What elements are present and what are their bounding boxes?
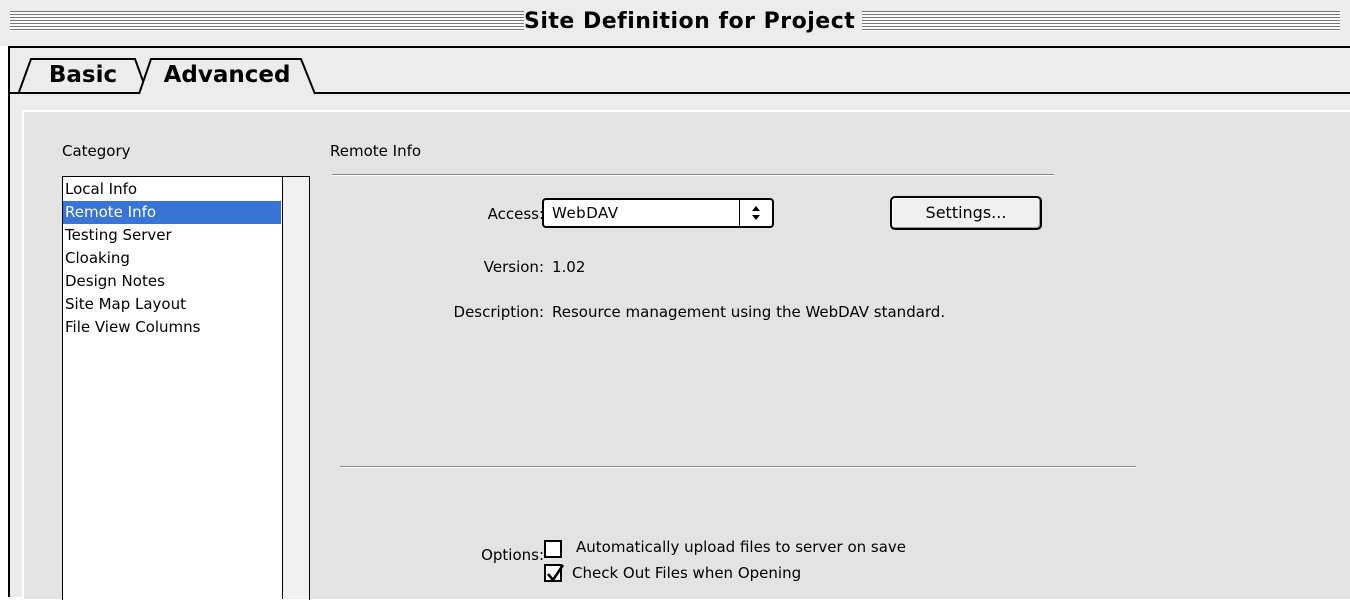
checkmark-icon xyxy=(547,564,565,583)
category-list[interactable]: Local Info Remote Info Testing Server Cl… xyxy=(62,176,310,600)
section-title: Remote Info xyxy=(330,142,422,160)
check-out-checkbox[interactable] xyxy=(544,564,565,583)
category-list-scrollbar[interactable] xyxy=(282,177,309,599)
tab-basic-label: Basic xyxy=(48,62,118,88)
description-value: Resource management using the WebDAV sta… xyxy=(552,303,946,321)
tab-advanced[interactable]: Advanced xyxy=(138,58,316,95)
category-item-testing-server[interactable]: Testing Server xyxy=(63,224,281,247)
access-label: Access: xyxy=(487,205,544,223)
section-divider-bottom xyxy=(340,466,1136,468)
tab-bar: Basic Advanced xyxy=(10,48,1350,95)
category-item-remote-info[interactable]: Remote Info xyxy=(63,201,281,224)
category-item-file-view-columns[interactable]: File View Columns xyxy=(63,316,281,339)
access-popup-menu[interactable]: WebDAV xyxy=(542,198,774,228)
access-selected-value: WebDAV xyxy=(552,204,619,222)
category-list-items: Local Info Remote Info Testing Server Cl… xyxy=(63,178,281,339)
site-definition-dialog: Basic Advanced Category Local Info Remot… xyxy=(10,48,1350,600)
title-bar[interactable]: Site Definition for Project 1 xyxy=(0,0,1350,48)
background-window-edge xyxy=(0,46,10,597)
auto-upload-label[interactable]: Automatically upload files to server on … xyxy=(576,538,906,556)
tab-advanced-label: Advanced xyxy=(163,62,291,88)
category-item-design-notes[interactable]: Design Notes xyxy=(63,270,281,293)
version-value: 1.02 xyxy=(552,258,586,276)
window-title: Site Definition for Project 1 xyxy=(524,9,880,35)
category-item-site-map-layout[interactable]: Site Map Layout xyxy=(63,293,281,316)
auto-upload-checkbox[interactable] xyxy=(544,540,562,558)
tab-basic[interactable]: Basic xyxy=(18,58,148,93)
version-label: Version: xyxy=(483,258,544,276)
title-bar-stripes-left xyxy=(10,11,524,31)
category-label: Category xyxy=(62,142,131,160)
category-item-cloaking[interactable]: Cloaking xyxy=(63,247,281,270)
description-label: Description: xyxy=(453,303,544,321)
check-out-label[interactable]: Check Out Files when Opening xyxy=(572,564,801,582)
category-item-local-info[interactable]: Local Info xyxy=(63,178,281,201)
content-panel: Category Local Info Remote Info Testing … xyxy=(22,110,1350,600)
settings-button[interactable]: Settings... xyxy=(890,196,1042,230)
up-down-arrows-icon xyxy=(739,200,772,226)
title-bar-stripes-right xyxy=(862,11,1340,31)
section-divider-top xyxy=(332,174,1054,176)
options-label: Options: xyxy=(481,546,544,564)
